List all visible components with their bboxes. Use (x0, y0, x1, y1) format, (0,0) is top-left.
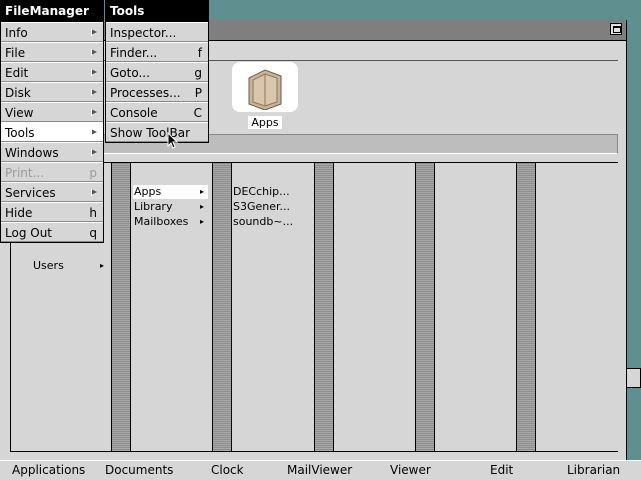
browser-scrollbar[interactable] (314, 163, 334, 451)
menu-item-goto[interactable]: Goto... g (106, 62, 208, 82)
app-librarian[interactable]: Librarian (567, 461, 620, 480)
submenu-arrow-icon (91, 189, 98, 196)
browser-scrollbar[interactable] (415, 163, 435, 451)
menu-item-disk[interactable]: Disk (1, 82, 103, 102)
folder-icon (248, 69, 282, 110)
menu-item-file[interactable]: File (1, 42, 103, 62)
apps-folder[interactable] (232, 62, 298, 112)
shortcut-key: f (197, 46, 202, 60)
filemanager-menu: FileManager Info File Edit Disk View Too… (0, 0, 104, 243)
browser-scrollbar[interactable] (516, 163, 536, 451)
shortcut-key: h (89, 206, 97, 220)
menu-item-label: Tools (5, 126, 35, 140)
tools-menu: Tools Inspector... Finder... f Goto... g P… (105, 0, 209, 143)
chevron-right-icon: ▸ (99, 261, 104, 270)
list-item-apps[interactable]: Apps ▸ (133, 185, 208, 199)
app-mailviewer[interactable]: MailViewer (287, 461, 352, 480)
menu-item-label: Console (110, 106, 158, 120)
list-item-label: Library (134, 200, 173, 213)
menu-item-hide[interactable]: Hide h (1, 202, 103, 222)
shortcut-key: P (194, 86, 202, 100)
list-item[interactable]: Users ▸ (33, 259, 108, 273)
app-viewer[interactable]: Viewer (390, 461, 431, 480)
menu-item-print[interactable]: Print... p (1, 162, 103, 182)
menu-title[interactable]: FileManager (1, 1, 103, 22)
submenu-arrow-icon (91, 109, 98, 116)
chevron-right-icon: ▸ (199, 202, 204, 211)
list-item-label: Mailboxes (134, 215, 189, 228)
menu-item-label: Services (5, 186, 56, 200)
app-clock[interactable]: Clock (211, 461, 244, 480)
menu-item-console[interactable]: Console C (106, 102, 208, 122)
list-item[interactable]: DECchip... (233, 185, 290, 199)
browser-scrollbar[interactable] (111, 163, 131, 451)
menu-item-label: Print... (5, 166, 45, 180)
submenu-arrow-icon (91, 129, 98, 136)
menu-item-label: Goto... (110, 66, 150, 80)
menu-item-edit[interactable]: Edit (1, 62, 103, 82)
menu-item-label: Finder... (110, 46, 158, 60)
list-item[interactable]: soundb~... (233, 215, 293, 229)
chevron-right-icon: ▸ (199, 187, 204, 196)
browser-scrollbar[interactable] (212, 163, 232, 451)
miniaturize-icon[interactable] (610, 23, 622, 35)
menu-item-label: File (5, 46, 26, 60)
menu-item-log-out[interactable]: Log Out q (1, 222, 103, 242)
submenu-arrow-icon (91, 69, 98, 76)
menu-item-label: Log Out (5, 226, 53, 240)
menu-item-label: View (5, 106, 34, 120)
browser-column-2: Apps ▸ Library ▸ Mailboxes ▸ (131, 163, 211, 451)
menu-item-tools[interactable]: Tools (1, 122, 103, 142)
list-item-mailboxes[interactable]: Mailboxes ▸ (133, 215, 208, 229)
browser-column-3: DECchip... S3Gener... soundb~... (232, 163, 314, 451)
desktop-edge-icon[interactable] (626, 368, 641, 388)
shortcut-key: C (193, 106, 202, 120)
submenu-arrow-icon (91, 49, 98, 56)
menu-title[interactable]: Tools (106, 1, 208, 22)
application-bar: Applications Documents Clock MailViewer … (0, 460, 641, 480)
browser-column-4 (334, 163, 414, 451)
shortcut-key: p (89, 166, 97, 180)
menu-item-label: Inspector... (110, 26, 177, 40)
mouse-pointer-icon (167, 132, 179, 149)
menu-item-processes[interactable]: Processes... P (106, 82, 208, 102)
menu-item-label: Edit (5, 66, 29, 80)
app-documents[interactable]: Documents (105, 461, 173, 480)
menu-item-finder[interactable]: Finder... f (106, 42, 208, 62)
list-item-label: Users (33, 259, 64, 272)
submenu-arrow-icon (91, 89, 98, 96)
chevron-right-icon: ▸ (199, 217, 204, 226)
menu-item-label: Info (5, 26, 28, 40)
browser-column-6 (536, 163, 618, 451)
app-applications[interactable]: Applications (12, 461, 85, 480)
menu-item-info[interactable]: Info (1, 22, 103, 42)
shortcut-key: g (194, 66, 202, 80)
menu-item-label: Windows (5, 146, 59, 160)
menu-item-label: Hide (5, 206, 33, 220)
menu-item-label: Disk (5, 86, 31, 100)
apps-folder-label: Apps (248, 116, 282, 129)
menu-item-view[interactable]: View (1, 102, 103, 122)
app-edit[interactable]: Edit (490, 461, 513, 480)
shortcut-key: q (89, 226, 97, 240)
menu-item-label: Processes... (110, 86, 181, 100)
menu-item-windows[interactable]: Windows (1, 142, 103, 162)
browser-column-5 (435, 163, 515, 451)
menu-item-services[interactable]: Services (1, 182, 103, 202)
menu-item-inspector[interactable]: Inspector... (106, 22, 208, 42)
list-item[interactable]: S3Gener... (233, 200, 290, 214)
list-item-library[interactable]: Library ▸ (133, 200, 208, 214)
submenu-arrow-icon (91, 149, 98, 156)
submenu-arrow-icon (91, 29, 98, 36)
menu-item-show-toolbar[interactable]: Show ToolBar (106, 122, 208, 142)
list-item-label: Apps (134, 185, 162, 198)
